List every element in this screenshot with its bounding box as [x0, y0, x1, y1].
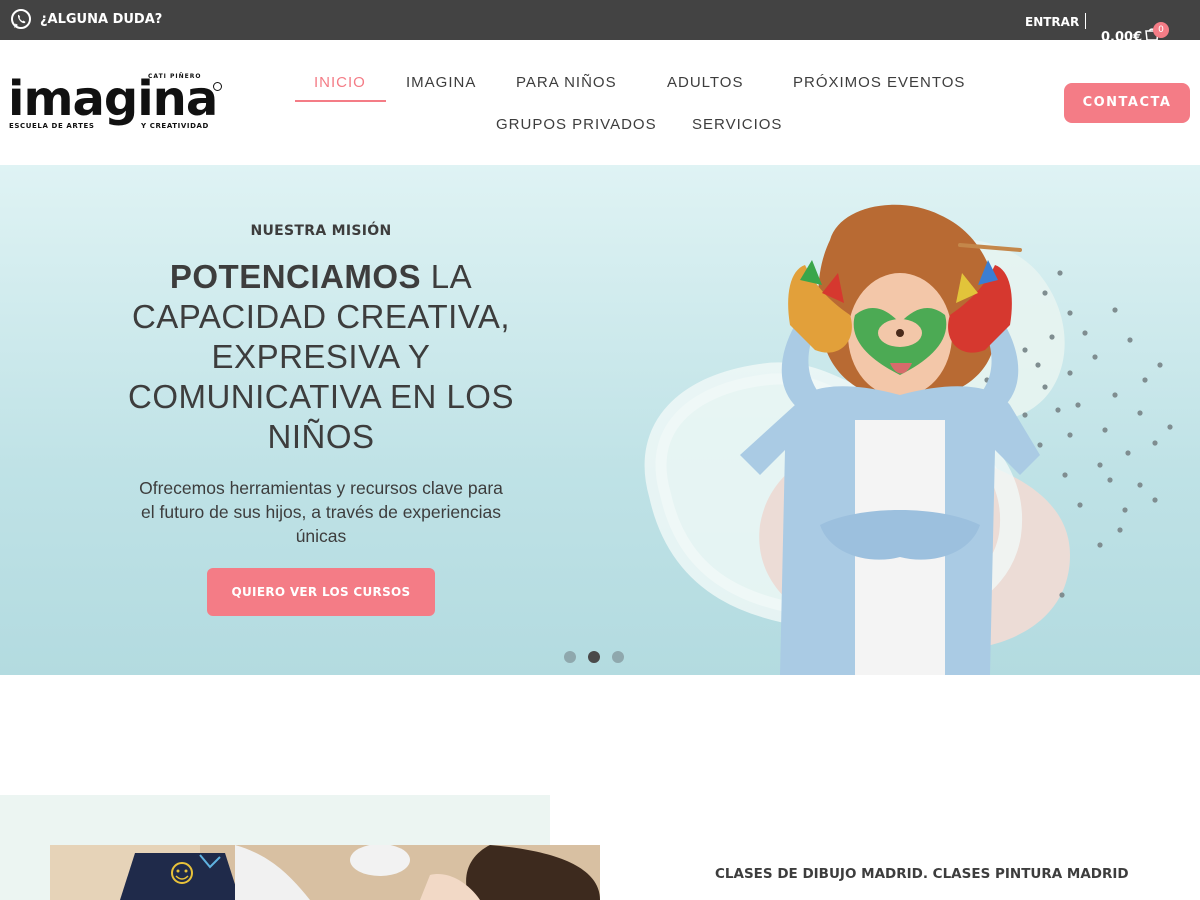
nav-item-para-ninos[interactable]: PARA NIÑOS: [516, 74, 617, 91]
brand-logo[interactable]: CATI PIÑERO imagina ESCUELA DE ARTES Y C…: [8, 70, 223, 135]
hero-illustration: [644, 204, 1173, 675]
slide-dot-2[interactable]: [588, 651, 600, 663]
help-question-link[interactable]: ¿ALGUNA DUDA?: [40, 12, 162, 27]
slide-dot-3[interactable]: [612, 651, 624, 663]
children-drawing-photo: [50, 845, 600, 900]
hero-headline: POTENCIAMOS LA CAPACIDAD CREATIVA, EXPRE…: [100, 257, 542, 457]
hero-slider: NUESTRA MISIÓN POTENCIAMOS LA CAPACIDAD …: [0, 165, 1200, 675]
top-bar: ¿ALGUNA DUDA? ENTRAR 0,00€ 0: [0, 0, 1200, 45]
nav-item-adultos[interactable]: ADULTOS: [667, 74, 743, 91]
section-heading: CLASES DE DIBUJO MADRID. CLASES PINTURA …: [715, 866, 1129, 882]
hero-description: Ofrecemos herramientas y recursos clave …: [139, 478, 503, 546]
nav-item-imagina[interactable]: IMAGINA: [406, 74, 476, 91]
whatsapp-icon[interactable]: [10, 8, 32, 30]
hero-eyebrow: NUESTRA MISIÓN: [250, 223, 392, 239]
cart-count-badge: 0: [1153, 22, 1169, 38]
view-courses-button[interactable]: QUIERO VER LOS CURSOS: [207, 568, 435, 616]
topbar-divider: [1085, 13, 1086, 29]
hero-headline-bold: POTENCIAMOS: [169, 258, 422, 295]
nav-item-inicio[interactable]: INICIO: [314, 74, 366, 91]
nav-item-servicios[interactable]: SERVICIOS: [692, 116, 782, 133]
slider-pagination: [564, 651, 636, 663]
registered-mark-icon: [213, 82, 222, 91]
slide-dot-1[interactable]: [564, 651, 576, 663]
nav-item-grupos-privados[interactable]: GRUPOS PRIVADOS: [496, 116, 657, 133]
site-header: CATI PIÑERO imagina ESCUELA DE ARTES Y C…: [0, 40, 1200, 165]
nav-item-proximos-eventos[interactable]: PRÓXIMOS EVENTOS: [793, 74, 965, 91]
logo-tagline-right: Y CREATIVIDAD: [141, 122, 209, 130]
logo-tagline-left: ESCUELA DE ARTES: [9, 122, 95, 130]
contact-button[interactable]: CONTACTA: [1064, 83, 1190, 123]
login-link[interactable]: ENTRAR: [1025, 15, 1079, 29]
logo-wordmark: imagina: [8, 71, 218, 127]
nav-active-underline: [295, 100, 386, 102]
